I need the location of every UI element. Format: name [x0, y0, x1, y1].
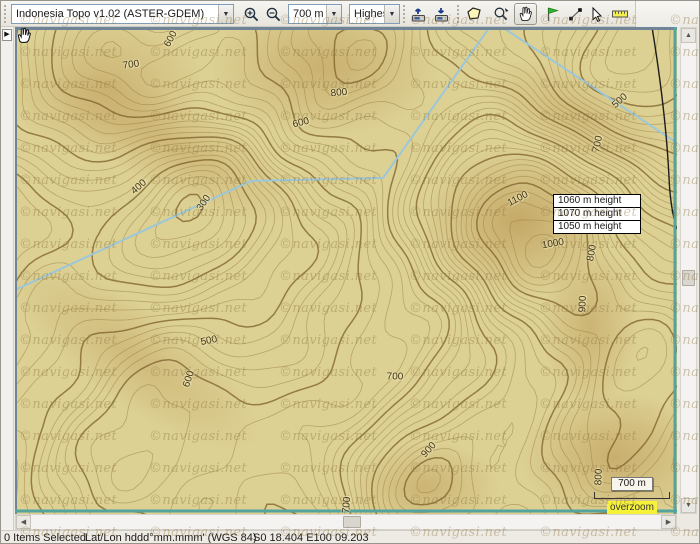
map-product-value: Indonesia Topo v1.02 (ASTER-GDEM): [12, 8, 218, 20]
polygon-tool-icon: [466, 6, 483, 22]
cursor-coordinates-status: S0 18.404 E100 09.203: [253, 532, 369, 544]
collapsed-panel-strip: ▶: [1, 27, 14, 530]
route-tool-icon: [567, 6, 584, 23]
toolbar-gripper: [4, 5, 7, 23]
scroll-up-button[interactable]: ▲: [681, 28, 696, 43]
toolbar-empty-area: [635, 1, 699, 27]
chevron-down-icon[interactable]: ▼: [218, 5, 233, 23]
waypoint-flag-tool-button[interactable]: [541, 3, 564, 25]
pan-hand-tool-icon: [517, 6, 534, 23]
send-to-device-button[interactable]: [407, 3, 430, 25]
horizontal-scrollbar[interactable]: ◀ ▶: [15, 514, 677, 530]
detail-level-value: Highest: [350, 8, 384, 20]
toolbar: Indonesia Topo v1.02 (ASTER-GDEM) ▼ 700 …: [1, 1, 699, 27]
receive-from-device-icon: [433, 6, 451, 23]
panel-expander-button[interactable]: ▶: [2, 29, 12, 41]
toolbar-gripper: [403, 5, 406, 23]
vertical-scroll-thumb[interactable]: [682, 270, 695, 286]
detail-level-dropdown[interactable]: Highest ▼: [349, 4, 400, 24]
zoom-scale-dropdown[interactable]: 700 m ▼: [288, 4, 342, 24]
items-selected-status: 0 Items Selected: [4, 532, 86, 544]
route-tool-button[interactable]: [564, 3, 587, 25]
measure-ruler-tool-button[interactable]: [608, 3, 631, 25]
zoom-out-button[interactable]: [262, 3, 285, 25]
send-to-device-icon: [410, 6, 428, 23]
selection-arrow-icon: [589, 6, 606, 23]
horizontal-scroll-thumb[interactable]: [343, 516, 361, 528]
selection-arrow-tool-button[interactable]: [586, 3, 609, 25]
zoom-in-button[interactable]: [240, 3, 263, 25]
map-viewport[interactable]: 7008009007006005009008001000110070050030…: [15, 27, 677, 514]
status-bar: 0 Items Selected Lat/Lon hddd°mm.mmm' (W…: [1, 530, 699, 544]
pan-hand-tool-button[interactable]: [514, 3, 537, 25]
position-format-status: Lat/Lon hddd°mm.mmm' (WGS 84): [85, 532, 257, 544]
chevron-down-icon[interactable]: ▼: [326, 5, 341, 23]
waypoint-flag-icon: [544, 6, 561, 23]
toolbar-gripper: [457, 5, 460, 23]
map-product-dropdown[interactable]: Indonesia Topo v1.02 (ASTER-GDEM) ▼: [11, 4, 234, 24]
scroll-left-button[interactable]: ◀: [16, 515, 31, 529]
scroll-down-button[interactable]: ▼: [681, 498, 696, 513]
zoom-in-magnifier-icon: [243, 6, 260, 23]
vertical-scrollbar[interactable]: ▲ ▼: [680, 27, 697, 514]
topo-map-canvas[interactable]: [15, 27, 677, 514]
zoom-scale-value: 700 m: [289, 8, 326, 20]
zoom-select-tool-button[interactable]: [490, 3, 513, 25]
zoom-out-magnifier-icon: [265, 6, 282, 23]
receive-from-device-button[interactable]: [430, 3, 453, 25]
chevron-down-icon[interactable]: ▼: [384, 5, 399, 23]
polygon-tool-button[interactable]: [463, 3, 486, 25]
scroll-right-button[interactable]: ▶: [661, 515, 676, 529]
mapsource-window: Indonesia Topo v1.02 (ASTER-GDEM) ▼ 700 …: [0, 0, 700, 544]
measure-ruler-icon: [611, 6, 629, 22]
zoom-select-tool-icon: [493, 6, 510, 23]
